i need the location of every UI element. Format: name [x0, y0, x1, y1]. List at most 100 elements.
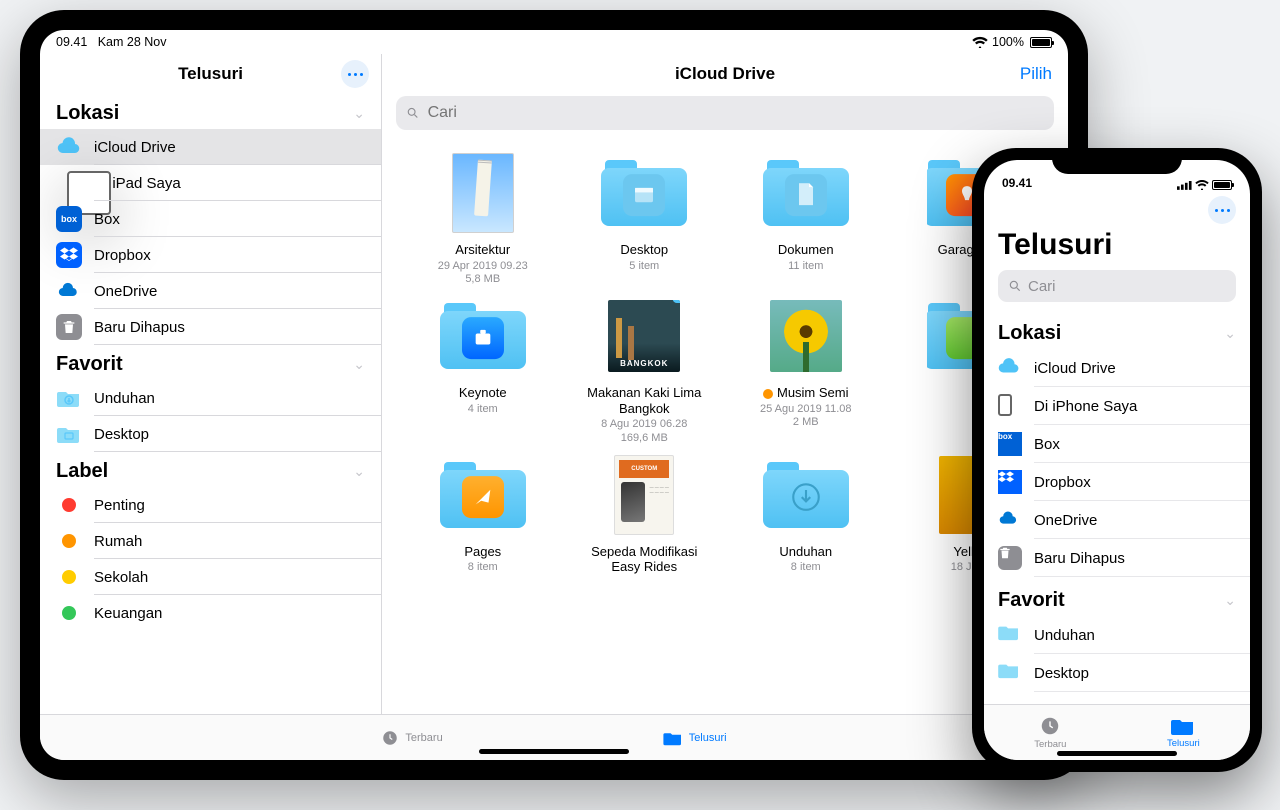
- search-icon: [1008, 279, 1022, 293]
- cloud-download-icon: [672, 300, 680, 308]
- folder-icon: [663, 730, 683, 746]
- folder-item[interactable]: Dokumen 11 item: [741, 150, 871, 287]
- file-meta: 5 item: [629, 260, 659, 274]
- list-item-onedrive[interactable]: OneDrive: [984, 501, 1250, 539]
- sidebar-item-label: Dropbox: [94, 247, 151, 264]
- list-item-recently-deleted[interactable]: Baru Dihapus: [984, 539, 1250, 577]
- section-title: Favorit: [56, 353, 123, 376]
- sidebar-item-label: Penting: [94, 497, 145, 514]
- ipad-device-frame: 09.41 Kam 28 Nov 100% Telusuri: [20, 10, 1088, 780]
- section-header-favorites[interactable]: Favorit ⌄: [40, 345, 381, 380]
- chevron-down-icon: ⌄: [353, 105, 365, 122]
- sidebar-item-box[interactable]: box Box: [40, 201, 381, 237]
- section-title: Lokasi: [56, 102, 119, 125]
- search-field[interactable]: Cari: [998, 270, 1236, 302]
- sidebar-item-downloads[interactable]: Unduhan: [40, 380, 381, 416]
- section-header-locations[interactable]: Lokasi ⌄: [984, 310, 1250, 349]
- sidebar: Telusuri Lokasi ⌄ iCloud D: [40, 54, 382, 714]
- folder-icon: [601, 160, 687, 226]
- dropbox-icon: [56, 242, 82, 268]
- home-indicator[interactable]: [479, 749, 629, 754]
- list-item-downloads[interactable]: Unduhan: [984, 616, 1250, 654]
- file-meta: 8 Agu 2019 06.28169,6 MB: [601, 418, 687, 446]
- status-time: 09.41: [56, 35, 87, 49]
- search-field[interactable]: [396, 96, 1054, 130]
- onedrive-icon: [56, 278, 82, 304]
- sidebar-item-tag-green[interactable]: Keuangan: [40, 595, 381, 631]
- sidebar-item-dropbox[interactable]: Dropbox: [40, 237, 381, 273]
- section-header-labels[interactable]: Label ⌄: [984, 692, 1250, 704]
- chevron-down-icon: ⌄: [1224, 325, 1236, 342]
- folder-icon: [440, 462, 526, 528]
- file-item[interactable]: BANGKOK Makanan Kaki Lima Bangkok 8 Agu …: [579, 293, 709, 446]
- sidebar-item-tag-orange[interactable]: Rumah: [40, 523, 381, 559]
- battery-percent: 100%: [992, 35, 1024, 49]
- list-item-label: iCloud Drive: [1034, 360, 1116, 377]
- tab-browse[interactable]: Telusuri: [663, 730, 727, 746]
- file-item[interactable]: Arsitektur 29 Apr 2019 09.235,8 MB: [418, 150, 548, 287]
- folder-icon: [440, 303, 526, 369]
- box-icon: box: [56, 206, 82, 232]
- file-meta: 8 item: [791, 561, 821, 575]
- file-name: Dokumen: [778, 242, 834, 258]
- file-item[interactable]: CUSTOM — — — — — — — — Sepeda Modifikasi…: [579, 452, 709, 575]
- battery-icon: [1028, 37, 1052, 48]
- clock-icon: [1039, 715, 1061, 737]
- sidebar-item-label: Unduhan: [94, 390, 155, 407]
- image-thumbnail: CUSTOM — — — — — — — —: [614, 455, 674, 535]
- folder-item[interactable]: Keynote 4 item: [418, 293, 548, 446]
- file-name: Desktop: [620, 242, 668, 258]
- list-item-label: Desktop: [1034, 665, 1089, 682]
- iphone-status-bar: 09.41: [984, 160, 1250, 190]
- iphone-device-frame: 09.41 Telusuri Cari Lokasi ⌄ iCloud Driv…: [972, 148, 1262, 772]
- sidebar-item-tag-yellow[interactable]: Sekolah: [40, 559, 381, 595]
- select-button[interactable]: Pilih: [1020, 64, 1052, 84]
- sidebar-item-icloud-drive[interactable]: iCloud Drive: [40, 129, 381, 165]
- tab-browse[interactable]: Telusuri: [1167, 716, 1200, 749]
- section-title: Lokasi: [998, 322, 1061, 345]
- more-button[interactable]: [1208, 196, 1236, 224]
- folder-item[interactable]: Unduhan 8 item: [741, 452, 871, 575]
- sidebar-item-on-ipad[interactable]: Di iPad Saya: [40, 165, 381, 201]
- status-time: 09.41: [1002, 176, 1032, 190]
- document-thumbnail: [452, 153, 514, 233]
- files-grid[interactable]: Arsitektur 29 Apr 2019 09.235,8 MB Deskt…: [382, 138, 1068, 714]
- tab-recents[interactable]: Terbaru: [381, 729, 442, 747]
- status-date: Kam 28 Nov: [98, 35, 167, 49]
- ipad-screen: 09.41 Kam 28 Nov 100% Telusuri: [40, 30, 1068, 760]
- search-input[interactable]: [426, 103, 1044, 123]
- iphone-screen: 09.41 Telusuri Cari Lokasi ⌄ iCloud Driv…: [984, 160, 1250, 760]
- content-header: iCloud Drive Pilih: [382, 54, 1068, 94]
- list-item-icloud-drive[interactable]: iCloud Drive: [984, 349, 1250, 387]
- section-header-locations[interactable]: Lokasi ⌄: [40, 94, 381, 129]
- folder-icon: [763, 462, 849, 528]
- sidebar-item-tag-red[interactable]: Penting: [40, 487, 381, 523]
- ipad-status-bar: 09.41 Kam 28 Nov 100%: [40, 30, 1068, 54]
- file-name: Sepeda Modifikasi Easy Rides: [579, 544, 709, 575]
- section-header-favorites[interactable]: Favorit ⌄: [984, 577, 1250, 616]
- files-app: Telusuri Lokasi ⌄ iCloud D: [40, 54, 1068, 714]
- home-indicator[interactable]: [1057, 751, 1177, 756]
- folder-item[interactable]: Desktop 5 item: [579, 150, 709, 287]
- sidebar-item-desktop[interactable]: Desktop: [40, 416, 381, 452]
- list-item-label: Unduhan: [1034, 627, 1095, 644]
- content-title: iCloud Drive: [675, 64, 775, 84]
- section-header-labels[interactable]: Label ⌄: [40, 452, 381, 487]
- sidebar-item-recently-deleted[interactable]: Baru Dihapus: [40, 309, 381, 345]
- chevron-down-icon: ⌄: [353, 356, 365, 373]
- tag-dot-icon: [56, 492, 82, 518]
- list-item-on-iphone[interactable]: Di iPhone Saya: [984, 387, 1250, 425]
- trash-icon: [998, 546, 1022, 570]
- sidebar-item-onedrive[interactable]: OneDrive: [40, 273, 381, 309]
- folder-item[interactable]: Pages 8 item: [418, 452, 548, 575]
- list-item-desktop[interactable]: Desktop: [984, 654, 1250, 692]
- list-item-box[interactable]: box Box: [984, 425, 1250, 463]
- file-name: Pages: [464, 544, 501, 560]
- more-button[interactable]: [341, 60, 369, 88]
- iphone-icon: [998, 394, 1022, 418]
- chevron-down-icon: ⌄: [353, 463, 365, 480]
- file-item[interactable]: Musim Semi 25 Agu 2019 11.082 MB: [741, 293, 871, 446]
- page-title: Telusuri: [984, 228, 1250, 262]
- tab-recents[interactable]: Terbaru: [1034, 715, 1066, 750]
- list-item-dropbox[interactable]: Dropbox: [984, 463, 1250, 501]
